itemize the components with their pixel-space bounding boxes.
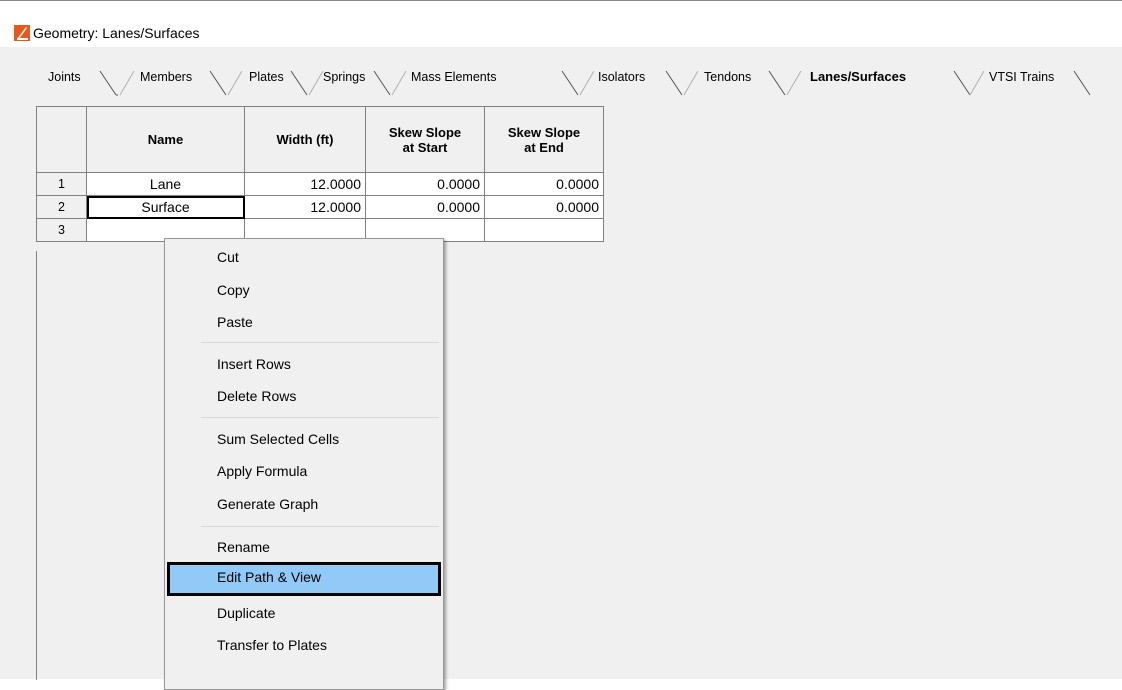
menu-item-edit-path-view[interactable]: Edit Path & View: [167, 562, 441, 596]
column-header-label: Skew Slope at Start: [388, 124, 462, 155]
menu-item-label: Edit Path & View: [217, 569, 322, 585]
tab-label: Springs: [323, 70, 366, 84]
menu-item-label: Rename: [217, 539, 270, 555]
cell-width[interactable]: 12.0000: [244, 172, 366, 196]
tab-divider-icon: [786, 71, 802, 96]
cell-skew-end[interactable]: [484, 218, 604, 242]
cell-width[interactable]: 12.0000: [244, 195, 366, 219]
tab-divider-icon: [119, 71, 135, 96]
window-title: Geometry: Lanes/Surfaces: [33, 25, 200, 41]
tab-label: Mass Elements: [411, 70, 497, 84]
menu-item-label: Apply Formula: [217, 463, 308, 479]
tab-label: Tendons: [704, 70, 752, 84]
column-header-name[interactable]: Name: [86, 106, 245, 173]
menu-item-copy[interactable]: Copy: [167, 275, 441, 305]
tab-divider-icon: [290, 71, 308, 96]
column-header-label: Skew Slope at End: [507, 124, 581, 155]
menu-item-label: Paste: [217, 314, 253, 330]
cell-skew-start[interactable]: 0.0000: [365, 172, 485, 196]
menu-item-label: Generate Graph: [217, 496, 319, 512]
column-header-width[interactable]: Width (ft): [244, 106, 366, 173]
cell-skew-end[interactable]: 0.0000: [484, 172, 604, 196]
row-header[interactable]: 1: [36, 172, 87, 196]
table-row: 2 Surface 12.0000 0.0000 0.0000: [36, 195, 604, 219]
menu-separator: [201, 526, 439, 527]
menu-separator: [201, 342, 439, 343]
tab-divider-icon: [579, 71, 595, 96]
app-logo-icon: [14, 25, 30, 41]
tab-divider-icon: [969, 71, 985, 96]
column-header-skew-start[interactable]: Skew Slope at Start: [365, 106, 485, 173]
title-bar: Geometry: Lanes/Surfaces: [0, 1, 1122, 47]
cell-name-selected[interactable]: Surface: [86, 195, 245, 219]
menu-separator: [201, 417, 439, 418]
tab-label: Members: [140, 70, 193, 84]
menu-item-cut[interactable]: Cut: [167, 242, 441, 272]
column-header-skew-end[interactable]: Skew Slope at End: [484, 106, 604, 173]
geometry-window: Geometry: Lanes/Surfaces Joints Members …: [0, 0, 1122, 690]
tab-strip: Joints Members Plates Springs Mass Eleme…: [0, 63, 1122, 99]
menu-item-label: Insert Rows: [217, 356, 291, 372]
menu-item-delete-rows[interactable]: Delete Rows: [167, 381, 441, 411]
cell-skew-end[interactable]: 0.0000: [484, 195, 604, 219]
tab-label: Isolators: [598, 70, 646, 84]
tab-divider-icon: [561, 71, 579, 96]
menu-item-apply-formula[interactable]: Apply Formula: [167, 456, 441, 486]
menu-item-sum-selected-cells[interactable]: Sum Selected Cells: [167, 424, 441, 454]
grid-border: [36, 251, 37, 680]
cell-skew-start[interactable]: 0.0000: [365, 195, 485, 219]
menu-item-label: Delete Rows: [217, 388, 297, 404]
menu-item-label: Transfer to Plates: [217, 637, 327, 653]
cell-name[interactable]: Lane: [86, 172, 245, 196]
tab-label: VTSI Trains: [989, 70, 1055, 84]
tab-divider-icon: [373, 71, 391, 96]
tab-divider-icon: [665, 71, 683, 96]
menu-item-label: Cut: [217, 249, 239, 265]
row-header[interactable]: 2: [36, 195, 87, 219]
tab-label: Plates: [249, 70, 284, 84]
context-menu: Cut Copy Paste Insert Rows Delete Rows S…: [164, 238, 444, 690]
tab-divider-icon: [227, 71, 243, 96]
tab-divider-icon: [99, 71, 118, 96]
row-header[interactable]: 3: [36, 218, 87, 242]
tab-divider-icon: [768, 71, 786, 96]
tab-divider-icon: [1073, 71, 1091, 96]
menu-item-paste[interactable]: Paste: [167, 307, 441, 337]
tab-label: Joints: [48, 70, 81, 84]
menu-item-label: Duplicate: [217, 605, 276, 621]
menu-item-generate-graph[interactable]: Generate Graph: [167, 489, 441, 519]
menu-item-transfer-to-plates[interactable]: Transfer to Plates: [167, 630, 441, 660]
menu-item-label: Copy: [217, 282, 250, 298]
tab-divider-icon: [683, 71, 699, 96]
menu-item-duplicate[interactable]: Duplicate: [167, 598, 441, 628]
table-row: 1 Lane 12.0000 0.0000 0.0000: [36, 172, 604, 196]
menu-item-label: Sum Selected Cells: [217, 431, 340, 447]
data-grid: Name Width (ft) Skew Slope at Start Skew…: [36, 106, 604, 242]
tab-divider-icon: [391, 71, 407, 96]
menu-item-rename[interactable]: Rename: [167, 532, 441, 562]
corner-header[interactable]: [36, 106, 87, 173]
menu-item-insert-rows[interactable]: Insert Rows: [167, 349, 441, 379]
tab-divider-icon: [209, 71, 227, 96]
tab-label: Lanes/Surfaces: [810, 69, 907, 84]
